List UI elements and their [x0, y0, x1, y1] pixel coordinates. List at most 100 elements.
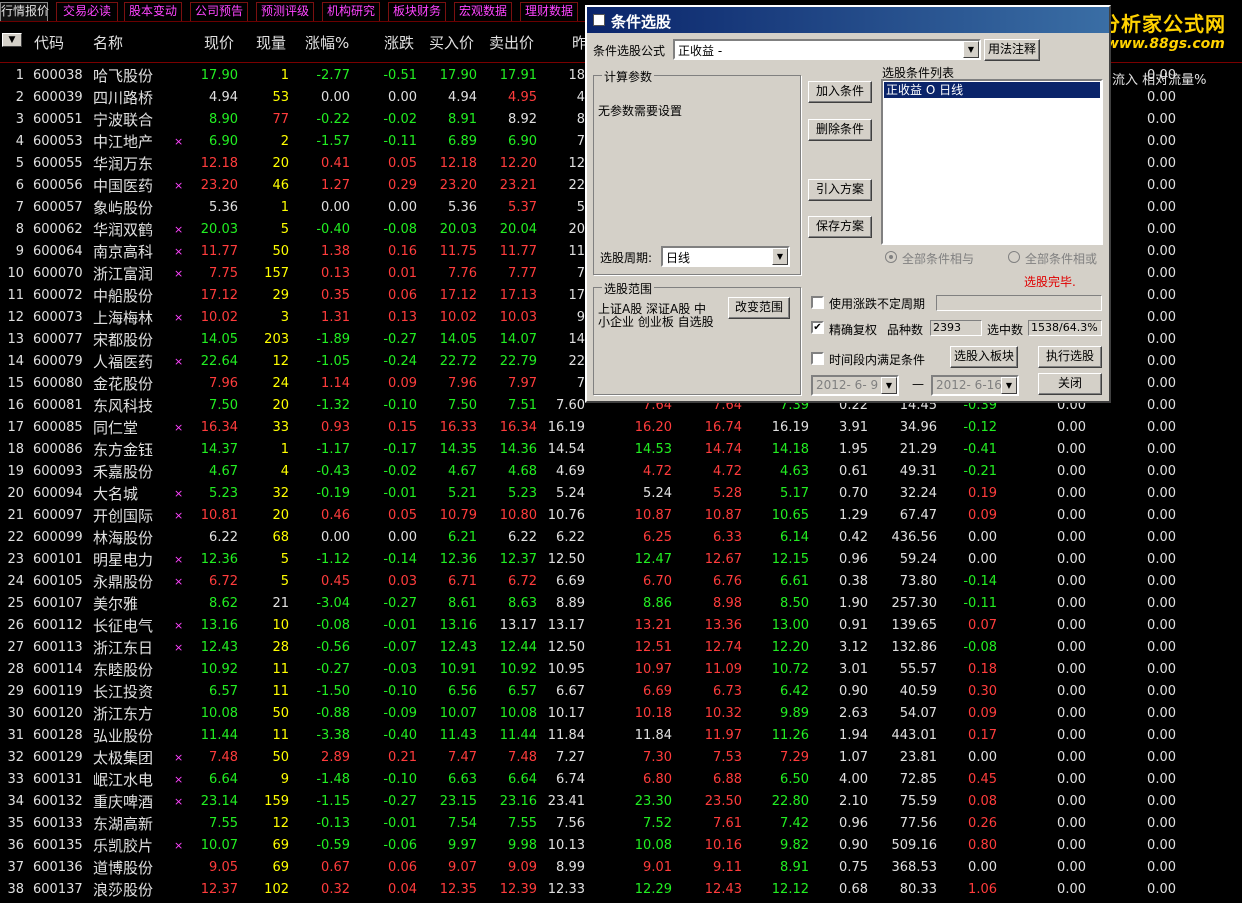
quote-cell	[0, 111, 66, 129]
table-row[interactable]: 18 600086 东方金钰 14.37 1 -1.17 -0.17 14.35 14.36 14…	[0, 439, 1242, 461]
quote-cell: 22.80	[771, 794, 809, 809]
table-row[interactable]: 33 600131 岷江水电 × 6.64 9 -1.48 -0.10 6.63 6.64 6.74…	[0, 769, 1242, 791]
quote-cell: 9	[576, 310, 585, 325]
table-row[interactable]: 34 600132 重庆啤酒 × 23.14 159 -1.15 -0.27 23.15 23.1…	[0, 791, 1242, 813]
quote-cell: 0.30	[968, 684, 997, 699]
header-ask[interactable]: 卖出价	[489, 32, 534, 53]
header-name[interactable]: 名称	[93, 32, 123, 53]
chevron-down-icon[interactable]: ▼	[772, 248, 788, 265]
quote-cell: 1.90	[839, 596, 868, 611]
condition-list[interactable]: 正收益 O 日线	[881, 79, 1103, 245]
table-row[interactable]: 35 600133 东湖高新 7.55 12 -0.13 -0.01 7.54 7.55 7.56…	[0, 813, 1242, 835]
table-row[interactable]: 28 600114 东睦股份 10.92 11 -0.27 -0.03 10.91 10.92 1…	[0, 659, 1242, 681]
tab-macro-data[interactable]: 宏观数据	[454, 2, 512, 21]
header-code[interactable]: 代码	[34, 32, 64, 53]
date-to-picker[interactable]: 2012- 6-16 ▼	[931, 375, 1019, 396]
tab-company-forecast[interactable]: 公司预告	[190, 2, 248, 21]
change-range-button[interactable]: 改变范围	[728, 297, 790, 319]
import-plan-button[interactable]: 引入方案	[808, 179, 872, 201]
condition-list-item[interactable]: 正收益 O 日线	[884, 82, 1100, 98]
table-row[interactable]: 17 600085 同仁堂 × 16.34 33 0.93 0.15 16.33 16.34 16.…	[0, 417, 1242, 439]
table-row[interactable]: 24 600105 永鼎股份 × 6.72 5 0.45 0.03 6.71 6.72 6.69 6.…	[0, 571, 1242, 593]
quote-cell: 22.72	[439, 354, 477, 369]
table-row[interactable]: 37 600136 道博股份 9.05 69 0.67 0.06 9.07 9.09 8.99 9.…	[0, 857, 1242, 879]
quote-cell: 0.75	[839, 860, 868, 875]
radio-or[interactable]	[1008, 251, 1020, 263]
chevron-down-icon[interactable]: ▼	[963, 41, 979, 58]
row-index: 35	[7, 816, 24, 831]
period-select[interactable]: 日线 ▼	[661, 246, 790, 267]
chevron-down-icon[interactable]: ▼	[1001, 377, 1017, 394]
table-row[interactable]: 19 600093 禾嘉股份 4.67 4 -0.43 -0.02 4.67 4.68 4.69 4…	[0, 461, 1242, 483]
table-row[interactable]: 29 600119 长江投资 6.57 11 -1.50 -0.10 6.56 6.57 6.67…	[0, 681, 1242, 703]
tab-trading-notes[interactable]: 交易必读	[56, 2, 118, 21]
sort-menu-button[interactable]: ▼	[2, 33, 22, 47]
use-period-checkbox[interactable]	[811, 296, 824, 309]
quote-cell: 3.01	[839, 662, 868, 677]
flow-cell: 0.00	[1057, 860, 1086, 875]
header-price[interactable]: 现价	[204, 32, 234, 53]
stock-name: 长江投资	[93, 683, 154, 701]
flow-cell: 0.00	[1147, 486, 1176, 501]
header-bid[interactable]: 买入价	[429, 32, 474, 53]
table-row[interactable]: 32 600129 太极集团 × 7.48 50 2.89 0.21 7.47 7.48 7.27 7…	[0, 747, 1242, 769]
time-range-checkbox[interactable]	[811, 352, 824, 365]
quote-cell: 32.24	[899, 486, 937, 501]
execute-button[interactable]: 执行选股	[1038, 346, 1102, 368]
flow-cell: 0.00	[1147, 376, 1176, 391]
date-from-picker[interactable]: 2012- 6- 9 ▼	[811, 375, 899, 396]
row-index: 34	[7, 794, 24, 809]
tab-rating[interactable]: 预测评级	[256, 2, 314, 21]
delete-condition-button[interactable]: 删除条件	[808, 119, 872, 141]
quote-cell: 6.14	[780, 530, 809, 545]
tab-wealth-data[interactable]: 理财数据	[520, 2, 578, 21]
table-row[interactable]: 22 600099 林海股份 6.22 68 0.00 0.00 6.21 6.22 6.22 6.…	[0, 527, 1242, 549]
quote-cell: -0.22	[316, 112, 350, 127]
tab-institution-research[interactable]: 机构研究	[322, 2, 380, 21]
header-change[interactable]: 涨跌	[384, 32, 414, 53]
quote-cell: 4.63	[780, 464, 809, 479]
table-row[interactable]: 23 600101 明星电力 × 12.36 5 -1.12 -0.14 12.36 12.37 1…	[0, 549, 1242, 571]
tab-quotes[interactable]: 行情报价	[0, 2, 49, 21]
table-row[interactable]: 36 600135 乐凯胶片 × 10.07 69 -0.59 -0.06 9.97 9.98 10…	[0, 835, 1242, 857]
stock-name: 禾嘉股份	[93, 463, 154, 481]
table-row[interactable]: 31 600128 弘业股份 11.44 11 -3.38 -0.40 11.43 11.44 1…	[0, 725, 1242, 747]
exact-restore-checkbox[interactable]: ✔	[811, 321, 824, 334]
quote-cell: 20	[568, 222, 585, 237]
formula-select[interactable]: 正收益 - ▼	[673, 39, 981, 60]
quote-cell: 12.43	[439, 640, 477, 655]
quote-cell: 6.74	[556, 772, 585, 787]
quote-cell: 8	[576, 112, 585, 127]
table-row[interactable]: 20 600094 大名城 × 5.23 32 -0.19 -0.01 5.21 5.23 5.24…	[0, 483, 1242, 505]
quote-cell	[0, 155, 66, 173]
table-row[interactable]: 26 600112 长征电气 × 13.16 10 -0.08 -0.01 13.16 13.17…	[0, 615, 1242, 637]
to-block-button[interactable]: 选股入板块	[950, 346, 1018, 368]
usage-note-button[interactable]: 用法注释	[984, 39, 1040, 61]
quote-cell: 8.91	[448, 112, 477, 127]
quote-cell: 7	[576, 266, 585, 281]
tab-sector-finance[interactable]: 板块财务	[388, 2, 446, 21]
flow-cell: 0.00	[1147, 772, 1176, 787]
table-row[interactable]: 25 600107 美尔雅 8.62 21 -3.04 -0.27 8.61 8.63 8.89 8…	[0, 593, 1242, 615]
quote-cell: 6.56	[448, 684, 477, 699]
add-condition-button[interactable]: 加入条件	[808, 81, 872, 103]
table-row[interactable]: 21 600097 开创国际 × 10.81 20 0.46 0.05 10.79 10.80 10…	[0, 505, 1242, 527]
header-change-pct[interactable]: 涨幅%	[305, 32, 349, 53]
close-button[interactable]: 关闭	[1038, 373, 1102, 395]
quote-cell: 32	[272, 486, 289, 501]
radio-and[interactable]	[885, 251, 897, 263]
quote-cell: 436.56	[891, 530, 938, 545]
quote-cell: 11	[272, 728, 289, 743]
header-volume[interactable]: 现量	[256, 32, 286, 53]
dialog-title-bar[interactable]: 条件选股	[587, 7, 1109, 33]
tab-share-capital[interactable]: 股本变动	[124, 2, 182, 21]
save-plan-button[interactable]: 保存方案	[808, 216, 872, 238]
table-row[interactable]: 27 600113 浙江东日 × 12.43 28 -0.56 -0.07 12.43 12.44…	[0, 637, 1242, 659]
quote-cell: -0.27	[383, 794, 417, 809]
table-row[interactable]: 30 600120 浙江东方 10.08 50 -0.88 -0.09 10.07 10.08 1…	[0, 703, 1242, 725]
stock-name: 同仁堂	[93, 419, 139, 437]
chevron-down-icon[interactable]: ▼	[881, 377, 897, 394]
table-row[interactable]: 38 600137 浪莎股份 12.37 102 0.32 0.04 12.35 12.39 12…	[0, 879, 1242, 901]
stock-name: 长征电气	[93, 617, 154, 635]
quote-cell: 11.26	[771, 728, 809, 743]
